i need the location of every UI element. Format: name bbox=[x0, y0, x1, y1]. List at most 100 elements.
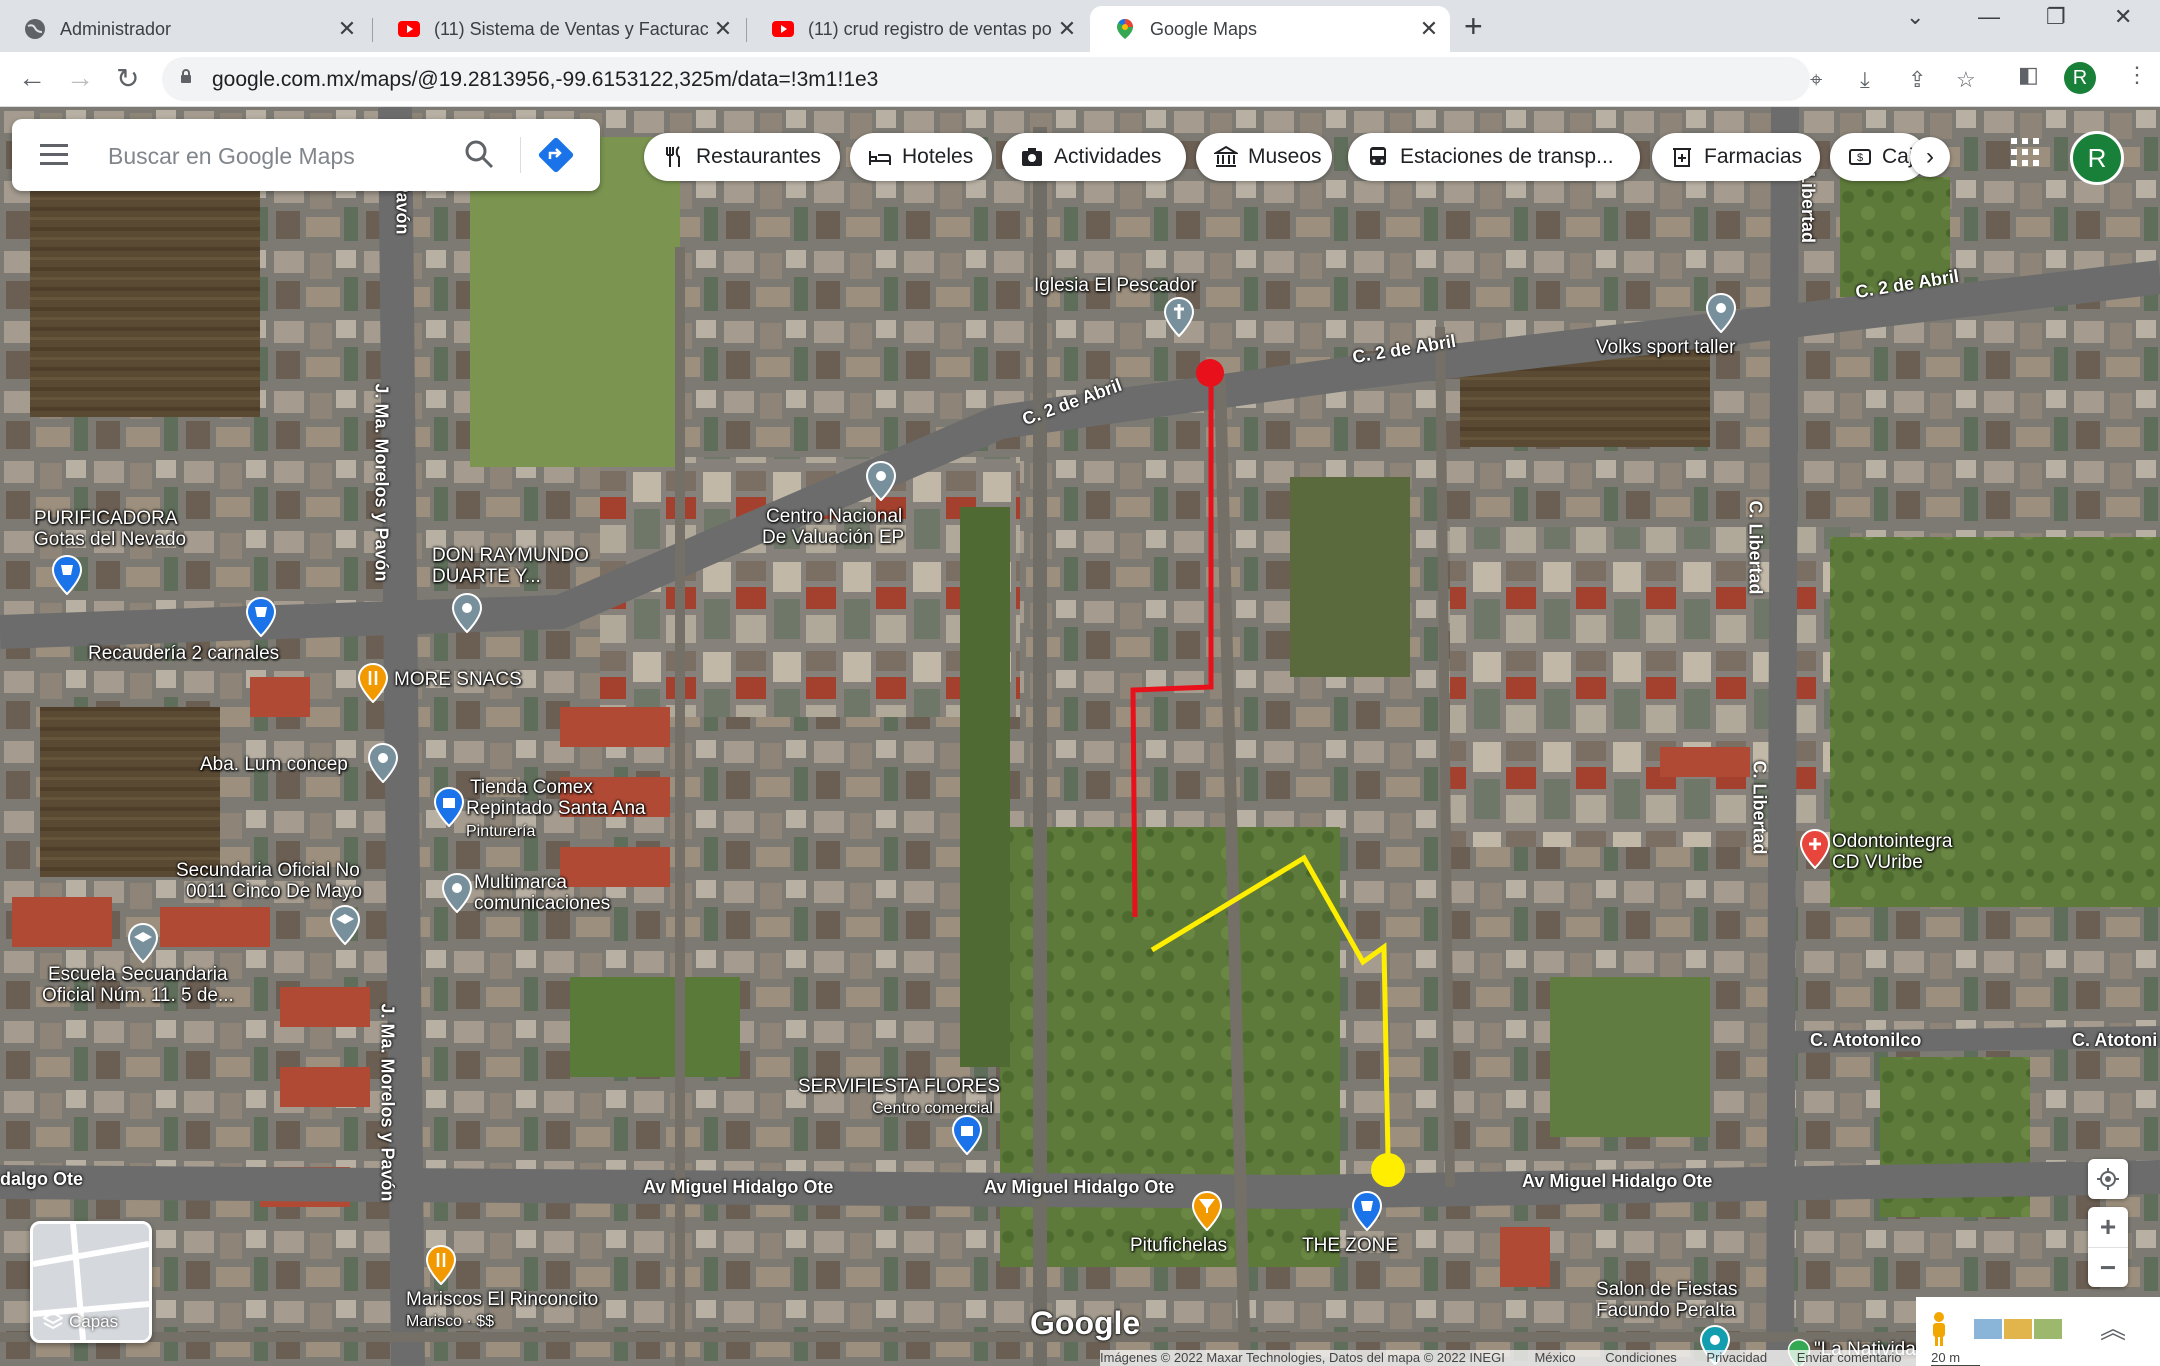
reload-icon[interactable]: ↻ bbox=[116, 62, 139, 95]
forward-icon[interactable]: → bbox=[66, 62, 94, 94]
chip-actividades[interactable]: Actividades bbox=[1002, 133, 1186, 181]
place-label-purificadora[interactable]: PURIFICADORA bbox=[34, 508, 178, 529]
tab-administrador[interactable]: Administrador ✕ bbox=[0, 6, 368, 52]
place-pin-icon[interactable] bbox=[442, 873, 472, 913]
tab-crud-registro[interactable]: (11) crud registro de ventas por c ✕ bbox=[748, 6, 1088, 52]
church-pin-icon[interactable] bbox=[1164, 297, 1194, 337]
account-avatar[interactable]: R bbox=[2070, 131, 2124, 185]
medical-pin-icon[interactable] bbox=[1800, 829, 1830, 869]
tab-google-maps[interactable]: Google Maps ✕ bbox=[1090, 6, 1450, 52]
side-panel-icon[interactable]: ◧ bbox=[2018, 62, 2039, 88]
zoom-in-button[interactable]: + bbox=[2088, 1207, 2128, 1247]
profile-avatar[interactable]: R bbox=[2064, 62, 2096, 94]
place-pin-icon[interactable] bbox=[368, 743, 398, 783]
shopping-pin-icon[interactable] bbox=[246, 597, 276, 637]
restaurant-pin-icon[interactable] bbox=[358, 663, 388, 703]
minimize-icon[interactable]: — bbox=[1978, 4, 2000, 30]
bus-icon bbox=[1370, 147, 1386, 165]
shopping-pin-icon[interactable] bbox=[1352, 1191, 1382, 1231]
expand-chevron-icon[interactable]: ︽ bbox=[2100, 1309, 2126, 1346]
hamburger-menu-icon[interactable] bbox=[40, 143, 68, 165]
new-tab-button[interactable]: + bbox=[1464, 8, 1483, 45]
my-location-button[interactable] bbox=[2088, 1159, 2128, 1199]
country-link[interactable]: México bbox=[1534, 1350, 1575, 1365]
chip-farmacias[interactable]: Farmacias bbox=[1652, 133, 1820, 181]
shopping-bag-pin-icon[interactable] bbox=[952, 1115, 982, 1155]
layers-button[interactable]: Capas bbox=[30, 1221, 152, 1343]
place-label-more-snacs[interactable]: MORE SNACS bbox=[394, 669, 522, 690]
place-label-don-raymundo[interactable]: DUARTE Y... bbox=[432, 566, 541, 587]
place-label-comex[interactable]: Repintado Santa Ana bbox=[466, 798, 646, 819]
place-label-odontointegra[interactable]: CD VUribe bbox=[1832, 852, 1923, 873]
imagery-thumb[interactable] bbox=[1974, 1319, 2002, 1339]
map-canvas[interactable]: C. 2 de Abril C. 2 de Abril C. 2 de Abri… bbox=[0, 107, 2160, 1366]
terms-link[interactable]: Condiciones bbox=[1605, 1350, 1677, 1365]
pegman-icon[interactable] bbox=[1928, 1311, 1950, 1347]
close-tab-icon[interactable]: ✕ bbox=[1414, 16, 1444, 42]
place-label-odontointegra[interactable]: Odontointegra bbox=[1832, 831, 1952, 852]
imagery-thumb[interactable] bbox=[2034, 1319, 2062, 1339]
place-label-centro-nacional[interactable]: De Valuación EP bbox=[762, 527, 904, 548]
place-label-pitufichelas[interactable]: Pitufichelas bbox=[1130, 1235, 1227, 1256]
place-label-salon[interactable]: Salon de Fiestas bbox=[1596, 1279, 1738, 1300]
place-label-purificadora[interactable]: Gotas del Nevado bbox=[34, 529, 186, 550]
place-label-escuela[interactable]: Oficial Núm. 11. 5 de... bbox=[42, 985, 234, 1006]
school-pin-icon[interactable] bbox=[128, 923, 158, 963]
tab-sistema-ventas[interactable]: (11) Sistema de Ventas y Facturac ✕ bbox=[374, 6, 744, 52]
shopping-bag-pin-icon[interactable] bbox=[434, 787, 464, 827]
place-label-iglesia[interactable]: Iglesia El Pescador bbox=[1034, 275, 1197, 296]
tab-search-icon[interactable]: ⌄ bbox=[1906, 4, 1924, 30]
street-label-atotonilco: C. Atotoni bbox=[2072, 1030, 2158, 1050]
feedback-link[interactable]: Enviar comentario bbox=[1797, 1350, 1902, 1365]
directions-icon[interactable] bbox=[538, 137, 574, 173]
zoom-out-button[interactable]: − bbox=[2088, 1247, 2128, 1288]
share-icon[interactable]: ⇪ bbox=[1908, 67, 1926, 93]
place-pin-icon[interactable] bbox=[452, 593, 482, 633]
place-label-salon[interactable]: Facundo Peralta bbox=[1596, 1300, 1735, 1321]
place-label-mariscos[interactable]: Mariscos El Rinconcito bbox=[406, 1289, 598, 1310]
bookmark-star-icon[interactable]: ☆ bbox=[1956, 67, 1976, 93]
chip-estaciones-transporte[interactable]: Estaciones de transp... bbox=[1348, 133, 1640, 181]
close-tab-icon[interactable]: ✕ bbox=[332, 16, 362, 42]
school-pin-icon[interactable] bbox=[330, 905, 360, 945]
place-label-recauderia[interactable]: Recaudería 2 carnales bbox=[88, 643, 279, 664]
place-label-servifiesta[interactable]: SERVIFIESTA FLORES bbox=[798, 1076, 1000, 1097]
restore-icon[interactable]: ❐ bbox=[2046, 4, 2066, 30]
location-icon[interactable]: ⌖ bbox=[1810, 67, 1822, 93]
place-label-comex[interactable]: Tienda Comex bbox=[470, 777, 593, 798]
bar-pin-icon[interactable] bbox=[1192, 1191, 1222, 1231]
place-pin-icon[interactable] bbox=[1706, 293, 1736, 333]
place-label-the-zone[interactable]: THE ZONE bbox=[1302, 1235, 1398, 1256]
chips-next-button[interactable]: › bbox=[1910, 137, 1950, 177]
place-label-multimarca[interactable]: comunicaciones bbox=[474, 893, 610, 914]
chip-hoteles[interactable]: Hoteles bbox=[850, 133, 992, 181]
close-tab-icon[interactable]: ✕ bbox=[1052, 16, 1082, 42]
privacy-link[interactable]: Privacidad bbox=[1706, 1350, 1767, 1365]
my-location-icon bbox=[2097, 1168, 2119, 1190]
place-pin-icon[interactable] bbox=[866, 461, 896, 501]
chip-museos[interactable]: Museos bbox=[1196, 133, 1332, 181]
chip-restaurantes[interactable]: Restaurantes bbox=[644, 133, 840, 181]
camera-icon bbox=[1022, 148, 1042, 166]
back-icon[interactable]: ← bbox=[18, 62, 46, 94]
chrome-menu-icon[interactable]: ⋮ bbox=[2126, 62, 2148, 88]
google-apps-icon[interactable] bbox=[2010, 137, 2040, 167]
search-icon[interactable] bbox=[464, 139, 494, 169]
address-bar[interactable]: google.com.mx/maps/@19.2813956,-99.61531… bbox=[162, 57, 1976, 101]
search-input[interactable] bbox=[106, 139, 440, 173]
place-label-secundaria[interactable]: 0011 Cinco De Mayo bbox=[186, 881, 362, 902]
place-label-multimarca[interactable]: Multimarca bbox=[474, 872, 567, 893]
imagery-thumb[interactable] bbox=[2004, 1319, 2032, 1339]
close-tab-icon[interactable]: ✕ bbox=[708, 16, 738, 42]
place-label-volks[interactable]: Volks sport taller bbox=[1596, 337, 1735, 358]
place-label-aba-lum[interactable]: Aba. Lum concep bbox=[200, 754, 348, 775]
place-label-secundaria[interactable]: Secundaria Oficial No bbox=[176, 860, 360, 881]
restaurant-pin-icon[interactable] bbox=[426, 1245, 456, 1285]
close-window-icon[interactable]: ✕ bbox=[2114, 4, 2132, 30]
install-icon[interactable]: ⤓ bbox=[1860, 67, 1870, 93]
place-label-centro-nacional[interactable]: Centro Nacional bbox=[766, 506, 902, 527]
place-label-don-raymundo[interactable]: DON RAYMUNDO bbox=[432, 545, 589, 566]
place-label-escuela[interactable]: Escuela Secuandaria bbox=[48, 964, 228, 985]
scale-bar[interactable]: 20 m bbox=[1931, 1350, 1981, 1366]
shopping-pin-icon[interactable] bbox=[52, 555, 82, 595]
